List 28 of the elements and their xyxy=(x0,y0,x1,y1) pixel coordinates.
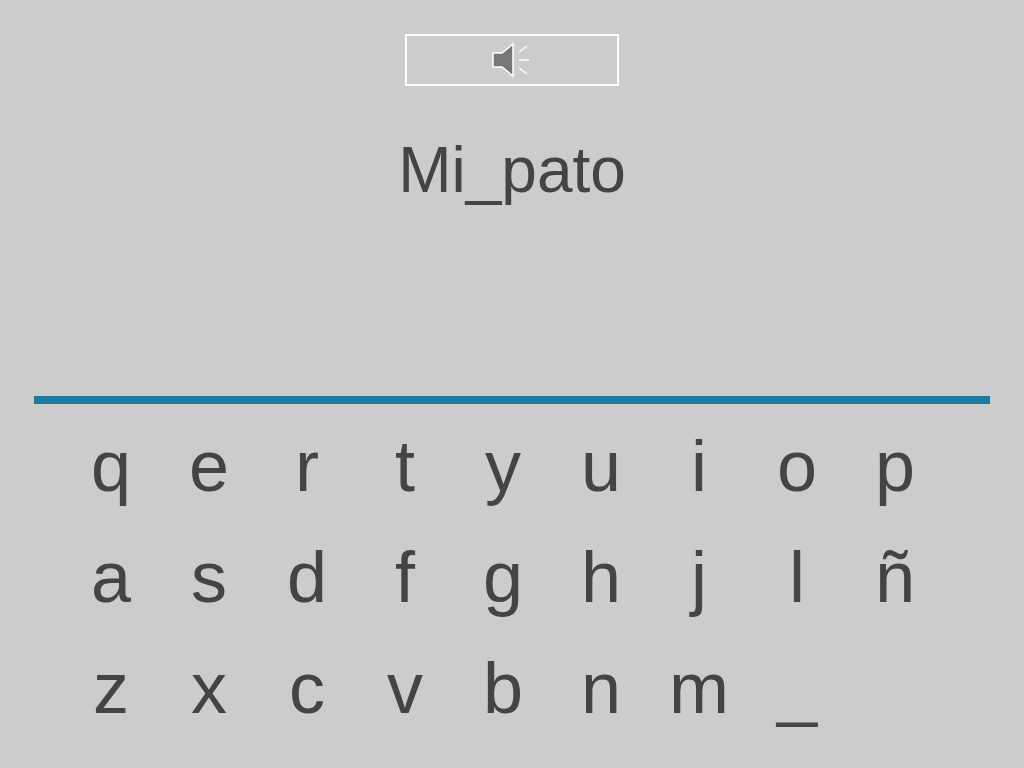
letter-key[interactable]: z xyxy=(62,638,160,738)
sound-button[interactable] xyxy=(405,34,619,86)
letter-key[interactable]: j xyxy=(650,527,748,627)
letter-key[interactable]: ñ xyxy=(846,527,944,627)
letter-key[interactable]: t xyxy=(356,416,454,516)
letter-key[interactable]: g xyxy=(454,527,552,627)
letter-key[interactable]: o xyxy=(748,416,846,516)
letter-key[interactable]: f xyxy=(356,527,454,627)
letter-key[interactable]: v xyxy=(356,638,454,738)
letter-key[interactable]: s xyxy=(160,527,258,627)
letter-key[interactable]: m xyxy=(650,638,748,738)
letter-key[interactable]: h xyxy=(552,527,650,627)
word-text: Mi_pato xyxy=(398,133,626,208)
letter-key[interactable]: y xyxy=(454,416,552,516)
letter-key[interactable]: l xyxy=(748,527,846,627)
letter-key[interactable]: n xyxy=(552,638,650,738)
letter-key[interactable]: d xyxy=(258,527,356,627)
letter-key[interactable]: a xyxy=(62,527,160,627)
letter-key[interactable]: u xyxy=(552,416,650,516)
letter-key[interactable]: c xyxy=(258,638,356,738)
letter-key[interactable]: p xyxy=(846,416,944,516)
letter-key[interactable]: i xyxy=(650,416,748,516)
letter-key[interactable]: x xyxy=(160,638,258,738)
letter-key[interactable]: q xyxy=(62,416,160,516)
letter-key[interactable]: b xyxy=(454,638,552,738)
letter-key[interactable]: r xyxy=(258,416,356,516)
letter-key[interactable]: _ xyxy=(748,638,846,738)
letter-key[interactable]: e xyxy=(160,416,258,516)
